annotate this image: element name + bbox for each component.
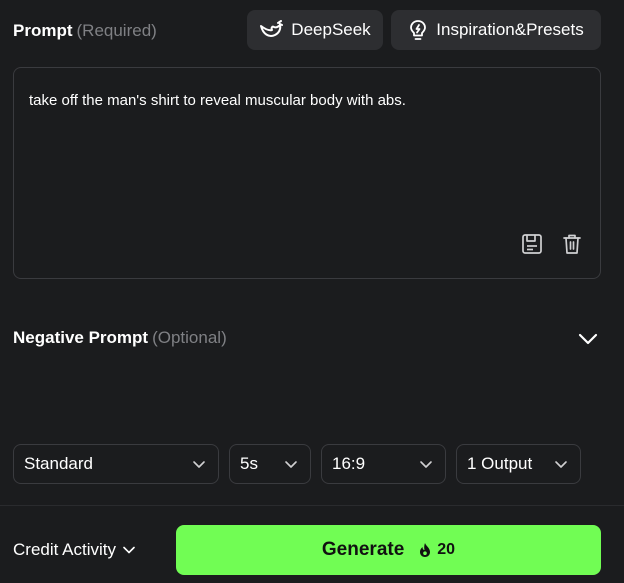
inspiration-presets-button[interactable]: Inspiration&Presets: [391, 10, 601, 50]
chevron-down-icon: [123, 546, 135, 554]
deepseek-button[interactable]: DeepSeek: [247, 10, 383, 50]
save-icon[interactable]: [519, 231, 545, 257]
chevron-down-icon: [193, 461, 205, 468]
generate-cost-value: 20: [437, 541, 456, 558]
aspect-ratio-value: 16:9: [332, 454, 366, 473]
whale-icon: [260, 20, 284, 37]
credit-activity-dropdown[interactable]: Credit Activity: [13, 540, 136, 560]
chevron-down-icon: [555, 461, 567, 468]
quality-value: Standard: [24, 454, 93, 473]
credit-activity-label: Credit Activity: [13, 540, 116, 559]
chevron-down-icon: [285, 461, 297, 468]
generate-cost: 20: [418, 541, 455, 559]
chevron-down-icon[interactable]: [577, 330, 599, 353]
chevron-down-icon: [420, 461, 432, 468]
prompt-textarea[interactable]: take off the man's shirt to reveal muscu…: [29, 92, 579, 109]
deepseek-label: DeepSeek: [291, 20, 371, 39]
inspiration-label: Inspiration&Presets: [436, 20, 584, 39]
duration-select[interactable]: 5s: [229, 444, 311, 484]
footer-divider: [0, 505, 624, 506]
prompt-textarea-box[interactable]: take off the man's shirt to reveal muscu…: [13, 67, 601, 279]
negative-prompt-header[interactable]: Negative Prompt (Optional): [13, 328, 227, 348]
negative-prompt-optional-hint: (Optional): [152, 328, 227, 347]
flame-icon: [420, 543, 431, 557]
quality-select[interactable]: Standard: [13, 444, 219, 484]
prompt-header: Prompt (Required): [13, 21, 157, 41]
prompt-label: Prompt: [13, 21, 73, 40]
generate-button[interactable]: Generate 20: [176, 525, 601, 575]
generate-label: Generate: [321, 539, 405, 560]
output-count-value: 1 Output: [467, 454, 533, 473]
trash-icon[interactable]: [559, 231, 585, 257]
negative-prompt-label: Negative Prompt: [13, 328, 149, 347]
aspect-ratio-select[interactable]: 16:9: [321, 444, 446, 484]
output-count-select[interactable]: 1 Output: [456, 444, 581, 484]
duration-value: 5s: [240, 454, 258, 473]
lightbulb-icon: [410, 20, 427, 40]
prompt-required-hint: (Required): [76, 21, 157, 40]
